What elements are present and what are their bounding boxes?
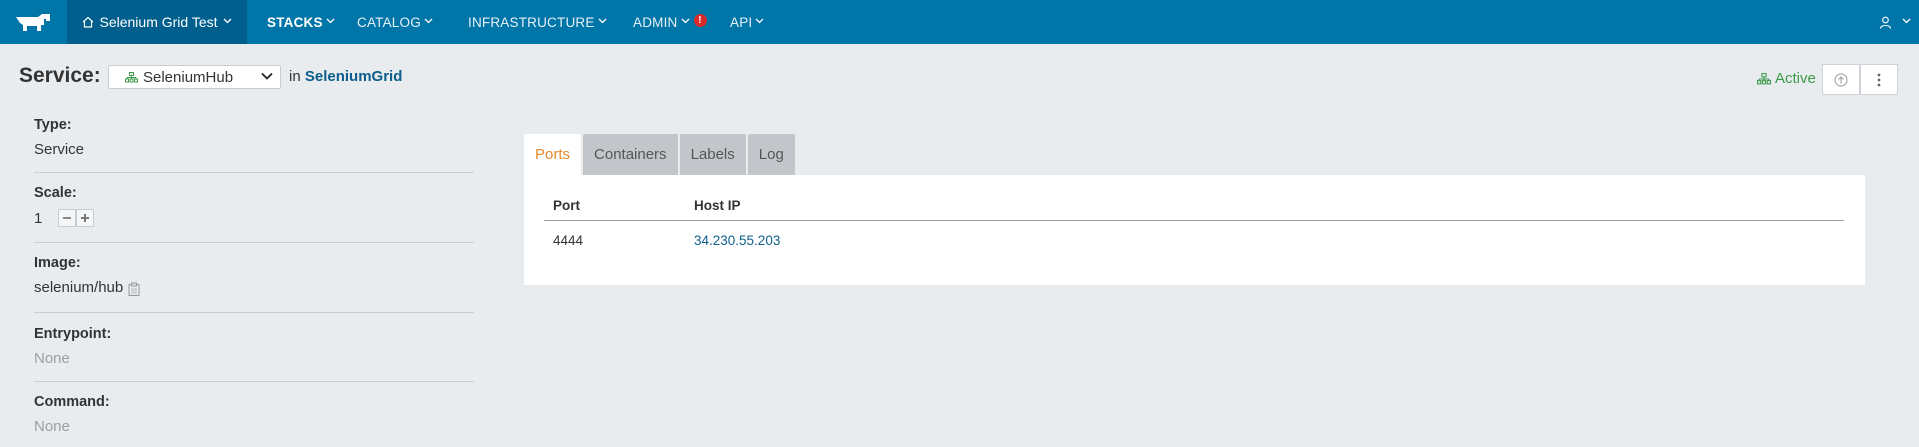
divider bbox=[34, 172, 474, 173]
environment-name: Selenium Grid Test bbox=[99, 14, 218, 30]
top-nav: Selenium Grid Test STACKS CATALOG INFRAS… bbox=[0, 0, 1919, 44]
service-icon bbox=[125, 71, 138, 82]
detail-command: Command: None bbox=[34, 394, 474, 435]
image-value-row: selenium/hub bbox=[34, 279, 474, 296]
nav-infrastructure[interactable]: INFRASTRUCTURE bbox=[468, 0, 607, 44]
environment-switcher[interactable]: Selenium Grid Test bbox=[67, 0, 247, 44]
scale-decrement-button[interactable] bbox=[58, 209, 76, 227]
ports-table: Port Host IP 4444 34.230.55.203 bbox=[544, 191, 1844, 259]
home-icon bbox=[83, 16, 94, 28]
nav-api-label: API bbox=[730, 14, 753, 30]
scale-label: Scale: bbox=[34, 185, 77, 201]
admin-alert-badge: ! bbox=[693, 13, 707, 27]
image-value: selenium/hub bbox=[34, 279, 124, 296]
stack-link[interactable]: SeleniumGrid bbox=[305, 68, 403, 85]
upgrade-icon bbox=[1834, 73, 1848, 86]
chevron-down-icon bbox=[223, 16, 232, 27]
page-title: Service: bbox=[19, 64, 101, 87]
divider bbox=[34, 381, 474, 382]
scale-increment-button[interactable] bbox=[76, 209, 94, 227]
more-vertical-icon bbox=[1877, 73, 1881, 86]
nav-catalog[interactable]: CATALOG bbox=[357, 0, 433, 44]
chevron-down-icon bbox=[424, 16, 433, 27]
column-header-port: Port bbox=[553, 198, 580, 213]
detail-type: Type: Service bbox=[34, 117, 474, 158]
stack-breadcrumb: in SeleniumGrid bbox=[289, 68, 402, 85]
scale-value: 1 bbox=[34, 209, 43, 227]
type-value: Service bbox=[34, 141, 85, 158]
tab-ports[interactable]: Ports bbox=[524, 134, 582, 175]
scale-control: 1 bbox=[34, 209, 474, 227]
divider bbox=[34, 312, 474, 313]
table-row: 4444 34.230.55.203 bbox=[544, 221, 1844, 259]
entrypoint-label: Entrypoint: bbox=[34, 326, 112, 342]
user-menu[interactable] bbox=[1879, 0, 1911, 44]
in-label: in bbox=[289, 68, 301, 85]
user-icon bbox=[1879, 16, 1892, 29]
chevron-down-icon bbox=[326, 16, 335, 27]
nav-api[interactable]: API bbox=[730, 0, 764, 44]
chevron-down-icon bbox=[755, 16, 764, 27]
command-value: None bbox=[34, 418, 70, 435]
upgrade-button[interactable] bbox=[1822, 64, 1860, 95]
nav-admin[interactable]: ADMIN ! bbox=[633, 0, 707, 44]
chevron-down-icon bbox=[1902, 16, 1911, 27]
nav-stacks-label: STACKS bbox=[267, 14, 323, 30]
host-ip-link[interactable]: 34.230.55.203 bbox=[694, 233, 780, 248]
detail-image: Image: selenium/hub bbox=[34, 255, 474, 296]
rancher-logo-icon bbox=[15, 14, 50, 31]
chevron-down-icon bbox=[681, 16, 690, 27]
column-header-host-ip: Host IP bbox=[694, 198, 741, 213]
ports-panel: Port Host IP 4444 34.230.55.203 bbox=[524, 175, 1865, 285]
port-cell: 4444 bbox=[553, 232, 584, 248]
detail-entrypoint: Entrypoint: None bbox=[34, 326, 474, 367]
nav-admin-label: ADMIN bbox=[633, 14, 678, 30]
type-label: Type: bbox=[34, 117, 72, 133]
nav-stacks[interactable]: STACKS bbox=[267, 0, 335, 44]
service-status-icon bbox=[1757, 72, 1771, 84]
chevron-down-icon bbox=[598, 16, 607, 27]
rancher-logo[interactable] bbox=[0, 0, 67, 44]
detail-scale: Scale: 1 bbox=[34, 185, 474, 227]
tab-containers[interactable]: Containers bbox=[583, 134, 678, 175]
service-select[interactable]: SeleniumHub bbox=[108, 65, 281, 89]
copy-button[interactable] bbox=[127, 282, 141, 296]
divider bbox=[34, 242, 474, 243]
clipboard-icon bbox=[128, 282, 140, 296]
status-badge: Active bbox=[1757, 70, 1816, 87]
nav-infrastructure-label: INFRASTRUCTURE bbox=[468, 14, 595, 30]
entrypoint-value: None bbox=[34, 350, 70, 367]
nav-catalog-label: CATALOG bbox=[357, 14, 421, 30]
plus-icon bbox=[81, 214, 89, 222]
chevron-down-icon bbox=[260, 69, 274, 87]
minus-icon bbox=[63, 217, 71, 219]
status-text: Active bbox=[1775, 70, 1816, 87]
more-actions-button[interactable] bbox=[1860, 64, 1898, 95]
detail-tabs: Ports Containers Labels Log bbox=[524, 134, 795, 175]
image-label: Image: bbox=[34, 255, 81, 271]
tab-log[interactable]: Log bbox=[747, 134, 795, 175]
tab-labels[interactable]: Labels bbox=[679, 134, 746, 175]
table-header: Port Host IP bbox=[544, 191, 1844, 221]
command-label: Command: bbox=[34, 394, 110, 410]
service-select-value: SeleniumHub bbox=[143, 68, 234, 86]
